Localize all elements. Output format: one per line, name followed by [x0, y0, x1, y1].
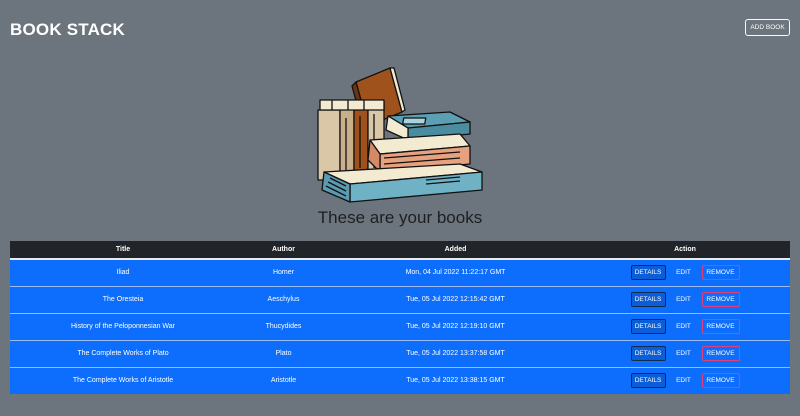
- book-added: Tue, 05 Jul 2022 13:37:58 GMT: [331, 339, 580, 367]
- book-title: History of the Peloponnesian War: [10, 312, 236, 340]
- details-button[interactable]: DETAILS: [630, 346, 666, 361]
- table-row: The Complete Works of Plato Plato Tue, 0…: [10, 339, 790, 367]
- book-added: Tue, 05 Jul 2022 12:19:10 GMT: [331, 312, 580, 340]
- book-author: Aeschylus: [236, 285, 331, 313]
- book-title: Iliad: [10, 258, 236, 286]
- column-header-action: Action: [580, 241, 790, 259]
- column-header-title: Title: [10, 241, 236, 259]
- stack-of-books-illustration: [317, 67, 483, 203]
- edit-button[interactable]: EDIT: [672, 265, 696, 280]
- book-author: Thucydides: [236, 312, 331, 340]
- book-added: Tue, 05 Jul 2022 13:38:15 GMT: [331, 366, 580, 394]
- edit-button[interactable]: EDIT: [672, 319, 696, 334]
- book-author: Aristotle: [236, 366, 331, 394]
- row-actions: DETAILS EDIT REMOVE: [580, 312, 790, 340]
- details-button[interactable]: DETAILS: [630, 373, 666, 389]
- column-header-author: Author: [236, 241, 331, 259]
- book-author: Homer: [236, 258, 331, 286]
- row-actions: DETAILS EDIT REMOVE: [580, 258, 790, 286]
- remove-button[interactable]: REMOVE: [701, 373, 740, 389]
- book-title: The Oresteia: [10, 285, 236, 313]
- edit-button[interactable]: EDIT: [672, 346, 696, 361]
- book-title: The Complete Works of Plato: [10, 339, 236, 367]
- book-added: Mon, 04 Jul 2022 11:22:17 GMT: [331, 258, 580, 286]
- app-title: BOOK STACK: [10, 20, 126, 39]
- details-button[interactable]: DETAILS: [630, 265, 666, 281]
- column-header-added: Added: [331, 241, 580, 259]
- header: BOOK STACK ADD BOOK: [0, 0, 800, 60]
- table-row: History of the Peloponnesian War Thucydi…: [10, 312, 790, 340]
- book-added: Tue, 05 Jul 2022 12:15:42 GMT: [331, 285, 580, 313]
- table-row: The Complete Works of Aristotle Aristotl…: [10, 366, 790, 394]
- remove-button[interactable]: REMOVE: [701, 292, 740, 307]
- table-row: The Oresteia Aeschylus Tue, 05 Jul 2022 …: [10, 285, 790, 313]
- row-actions: DETAILS EDIT REMOVE: [580, 339, 790, 367]
- row-actions: DETAILS EDIT REMOVE: [580, 366, 790, 394]
- row-actions: DETAILS EDIT REMOVE: [580, 285, 790, 313]
- remove-button[interactable]: REMOVE: [701, 265, 740, 281]
- remove-button[interactable]: REMOVE: [701, 319, 740, 334]
- add-book-button[interactable]: ADD BOOK: [745, 19, 790, 36]
- edit-button[interactable]: EDIT: [672, 373, 696, 388]
- table-row: Iliad Homer Mon, 04 Jul 2022 11:22:17 GM…: [10, 258, 790, 286]
- books-heading: These are your books: [317, 208, 483, 227]
- books-table: Title Author Added Action Iliad Homer Mo…: [10, 241, 790, 394]
- book-title: The Complete Works of Aristotle: [10, 366, 236, 394]
- details-button[interactable]: DETAILS: [630, 292, 666, 307]
- details-button[interactable]: DETAILS: [630, 319, 666, 334]
- edit-button[interactable]: EDIT: [672, 292, 696, 307]
- table-header-row: Title Author Added Action: [10, 241, 790, 259]
- book-author: Plato: [236, 339, 331, 367]
- remove-button[interactable]: REMOVE: [701, 346, 740, 361]
